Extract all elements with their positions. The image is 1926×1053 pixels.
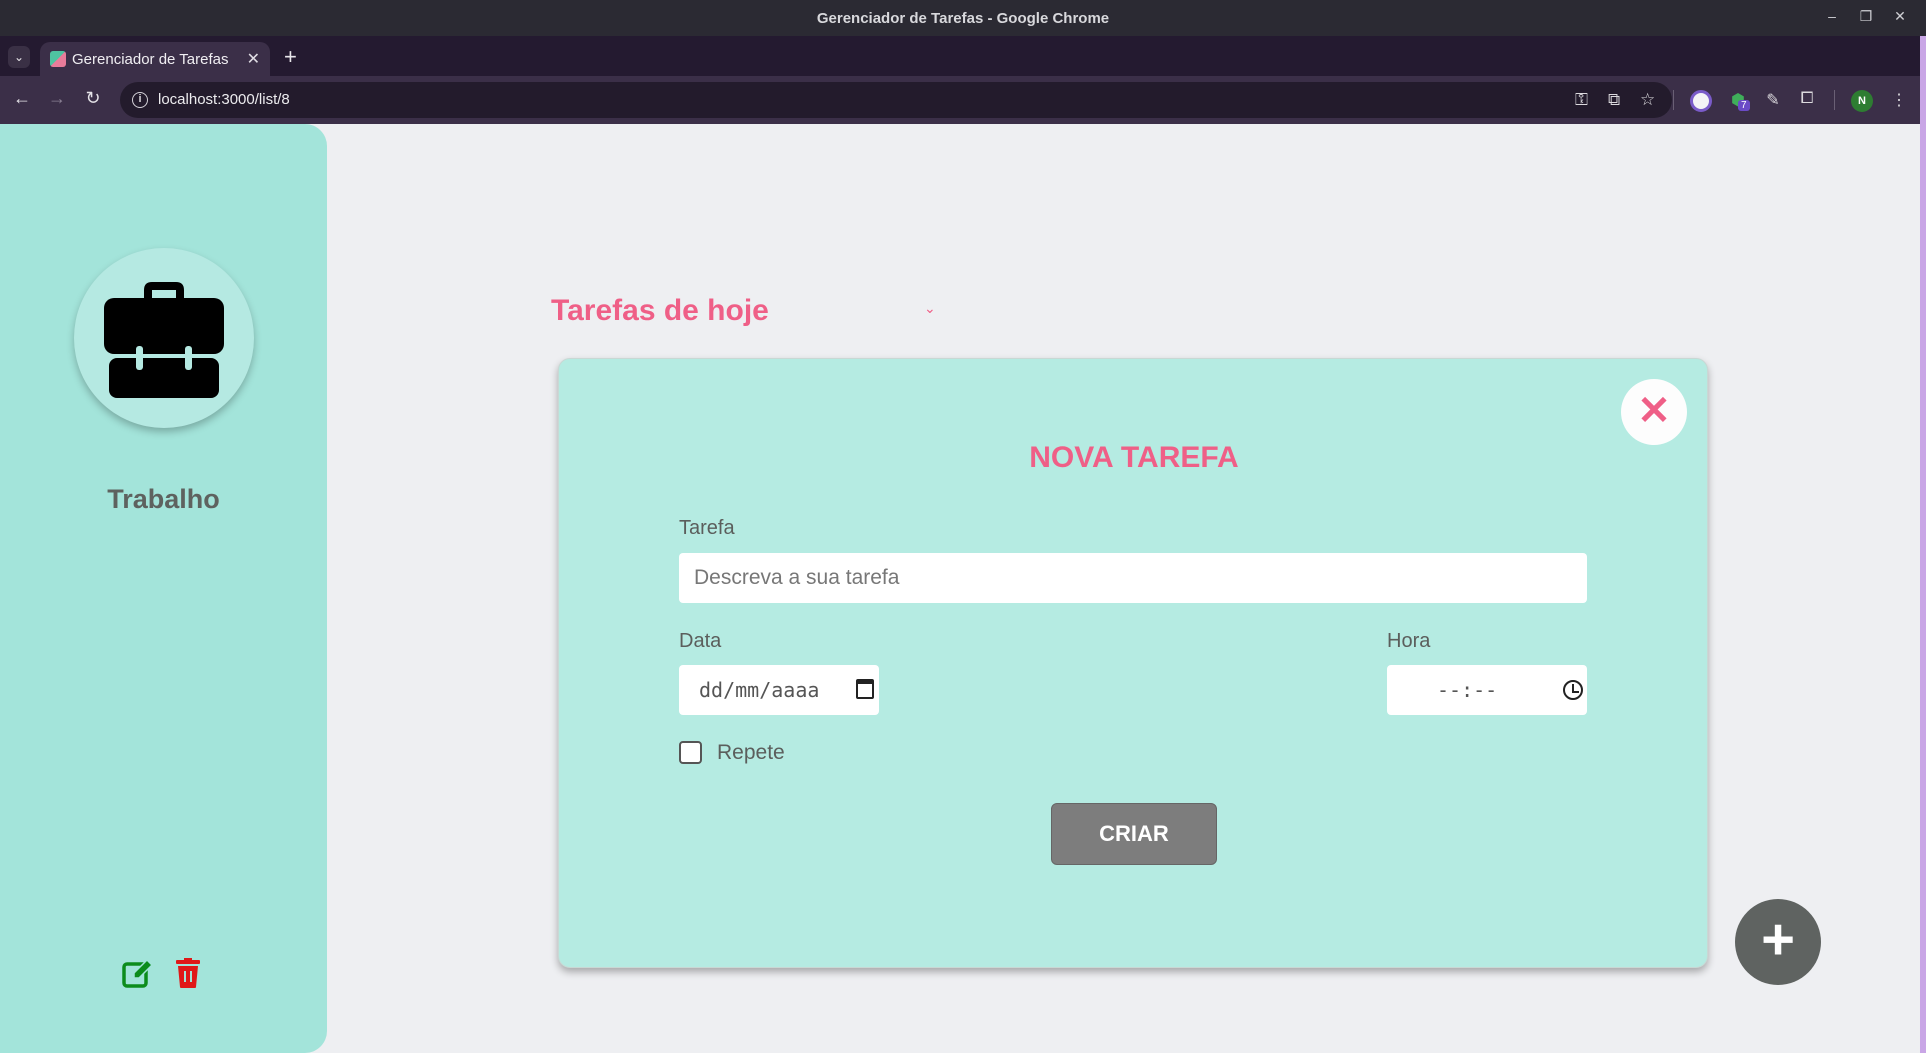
task-description-input[interactable] bbox=[679, 553, 1587, 603]
time-value: --:-- bbox=[1437, 678, 1498, 702]
modal-title: NOVA TAREFA bbox=[1029, 441, 1239, 474]
url-text[interactable]: localhost:3000/list/8 bbox=[158, 91, 290, 108]
time-label: Hora bbox=[1387, 630, 1431, 652]
close-modal-button[interactable]: ✕ bbox=[1621, 379, 1687, 445]
list-name: Trabalho bbox=[107, 484, 220, 514]
close-window-button[interactable]: ✕ bbox=[1890, 8, 1910, 25]
sidebar: Trabalho bbox=[0, 124, 327, 1053]
tab-favicon-icon bbox=[50, 51, 66, 67]
trash-icon bbox=[176, 958, 200, 988]
chrome-menu-icon[interactable]: ⋮ bbox=[1888, 90, 1910, 112]
filter-label: Tarefas de hoje bbox=[551, 294, 769, 327]
repeat-checkbox[interactable] bbox=[679, 741, 702, 764]
browser-toolbar: ← → ↻ i localhost:3000/list/8 ⚿ ⧉ ☆ ⬢ ✎ … bbox=[0, 76, 1926, 124]
tab-search-button[interactable]: ⌄ bbox=[8, 46, 30, 68]
password-key-icon[interactable]: ⚿ bbox=[1575, 90, 1588, 110]
tab-close-icon[interactable]: ✕ bbox=[247, 49, 260, 69]
forward-button[interactable]: → bbox=[45, 88, 69, 109]
new-tab-button[interactable]: + bbox=[284, 44, 297, 70]
browser-tab[interactable]: Gerenciador de Tarefas ✕ bbox=[40, 42, 270, 76]
clock-icon[interactable] bbox=[1563, 680, 1583, 700]
task-label: Tarefa bbox=[679, 517, 735, 539]
copilot-extension-icon[interactable] bbox=[1690, 90, 1712, 112]
window-title: Gerenciador de Tarefas - Google Chrome bbox=[816, 10, 1110, 27]
site-info-icon[interactable]: i bbox=[132, 92, 148, 108]
extensions-puzzle-icon[interactable]: ⧠ bbox=[1796, 90, 1818, 112]
reload-button[interactable]: ↻ bbox=[81, 88, 105, 109]
restore-button[interactable]: ❐ bbox=[1856, 8, 1876, 25]
address-bar[interactable]: i localhost:3000/list/8 ⚿ ⧉ ☆ bbox=[120, 82, 1672, 118]
date-input[interactable]: dd/mm/aaaa bbox=[679, 665, 879, 715]
minimize-button[interactable]: – bbox=[1822, 8, 1842, 24]
new-task-modal: ✕ NOVA TAREFA Tarefa Data dd/mm/aaaa Hor… bbox=[558, 358, 1708, 968]
create-task-button[interactable]: CRIAR bbox=[1051, 803, 1217, 865]
profile-avatar[interactable]: N bbox=[1851, 90, 1873, 112]
bookmark-star-icon[interactable]: ☆ bbox=[1640, 90, 1655, 110]
window-edge bbox=[1920, 36, 1926, 1053]
time-input[interactable]: --:-- bbox=[1387, 665, 1587, 715]
list-avatar bbox=[74, 248, 254, 428]
chevron-down-icon: ⌄ bbox=[924, 300, 936, 316]
open-in-app-icon[interactable]: ⧉ bbox=[1608, 90, 1620, 110]
tab-strip: ⌄ Gerenciador de Tarefas ✕ + bbox=[0, 36, 1926, 76]
edit-icon bbox=[122, 958, 154, 988]
repeat-label[interactable]: Repete bbox=[717, 741, 785, 765]
date-label: Data bbox=[679, 630, 722, 652]
add-task-button[interactable]: + bbox=[1735, 899, 1821, 985]
extension-count-badge: 7 bbox=[1738, 100, 1750, 111]
page-viewport: Trabalho Tarefas de hoje ⌄ ✕ NOVA TAREFA… bbox=[0, 124, 1920, 1053]
color-picker-icon[interactable]: ✎ bbox=[1762, 90, 1784, 112]
date-value: dd/mm/aaaa bbox=[699, 678, 820, 702]
task-filter-select[interactable]: Tarefas de hoje ⌄ bbox=[551, 294, 941, 334]
calendar-icon[interactable] bbox=[856, 679, 874, 699]
window-titlebar: Gerenciador de Tarefas - Google Chrome –… bbox=[0, 0, 1926, 36]
tab-title: Gerenciador de Tarefas bbox=[72, 51, 229, 68]
briefcase-icon bbox=[104, 282, 224, 398]
delete-list-button[interactable] bbox=[176, 958, 200, 988]
toolbar-separator bbox=[1673, 90, 1674, 110]
edit-list-button[interactable] bbox=[122, 958, 154, 990]
toolbar-separator bbox=[1834, 90, 1835, 110]
back-button[interactable]: ← bbox=[10, 88, 34, 109]
